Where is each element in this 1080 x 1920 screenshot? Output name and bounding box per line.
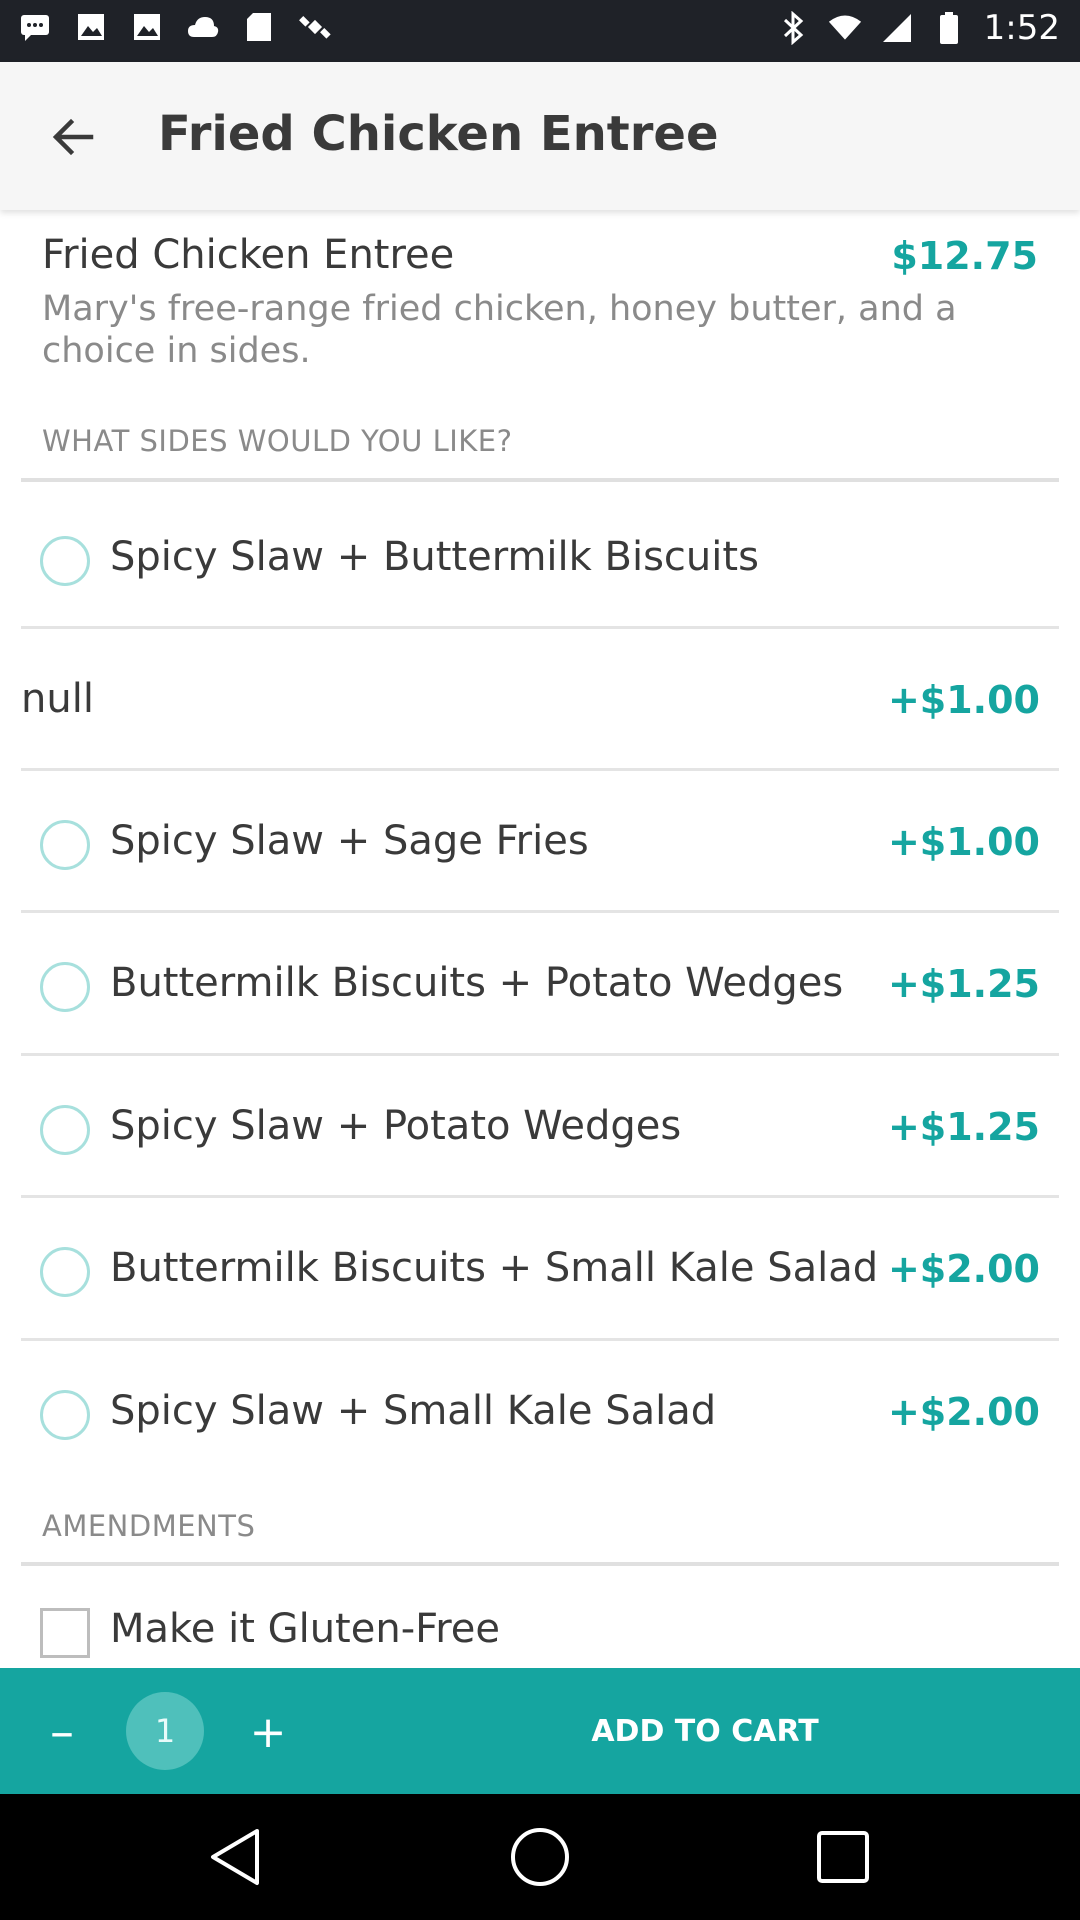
triangle-back-icon (211, 1829, 259, 1885)
status-time: 1:52 (983, 8, 1060, 48)
side-option-label: Spicy Slaw + Small Kale Salad (110, 1388, 717, 1434)
side-option-label: Spicy Slaw + Potato Wedges (110, 1103, 682, 1149)
system-icons: 1:52 (776, 8, 1060, 48)
circle-home-icon (511, 1828, 569, 1886)
side-option-spicy-slaw-potato-wedges[interactable]: Spicy Slaw + Potato Wedges +$1.25 (0, 1055, 1080, 1195)
item-name: Fried Chicken Entree (42, 232, 455, 278)
radio-button[interactable] (40, 962, 90, 1012)
radio-button[interactable] (40, 820, 90, 870)
side-option-label: Buttermilk Biscuits + Small Kale Salad (110, 1245, 879, 1291)
add-to-cart-button[interactable]: ADD TO CART (480, 1692, 930, 1770)
side-option-spicy-slaw-buttermilk-biscuits[interactable]: Spicy Slaw + Buttermilk Biscuits (0, 486, 1080, 626)
divider (21, 478, 1059, 482)
back-arrow-icon (52, 118, 94, 156)
nav-home-button[interactable] (507, 1824, 573, 1890)
side-option-price: +$1.00 (887, 820, 1040, 864)
divider (21, 1562, 1059, 1566)
amendments-section-header: AMENDMENTS (42, 1509, 256, 1543)
square-recents-icon (817, 1831, 869, 1883)
image-icon (130, 10, 164, 44)
radio-button[interactable] (40, 1105, 90, 1155)
bluetooth-icon (776, 11, 810, 45)
side-option-label: Spicy Slaw + Sage Fries (110, 818, 589, 864)
amendment-label: Make it Gluten-Free (110, 1606, 501, 1652)
status-bar: 1:52 (0, 0, 1080, 62)
side-option-price: +$1.00 (887, 678, 1040, 722)
notification-icons (18, 10, 332, 44)
battery-icon (932, 11, 966, 45)
side-option-label: Spicy Slaw + Buttermilk Biscuits (110, 534, 759, 580)
image-icon (74, 10, 108, 44)
side-option-biscuits-potato-wedges[interactable]: Buttermilk Biscuits + Potato Wedges +$1.… (0, 912, 1080, 1052)
amendment-gluten-free[interactable]: Make it Gluten-Free (0, 1570, 1080, 1668)
side-option-label: Buttermilk Biscuits + Potato Wedges (110, 960, 844, 1006)
app-bar: Fried Chicken Entree (0, 62, 1080, 210)
radio-button[interactable] (40, 1247, 90, 1297)
message-icon (18, 10, 52, 44)
quantity-increase-button[interactable]: + (236, 1700, 300, 1764)
nav-recents-button[interactable] (810, 1824, 876, 1890)
side-option-biscuits-kale-salad[interactable]: Buttermilk Biscuits + Small Kale Salad +… (0, 1197, 1080, 1337)
side-option-price: +$1.25 (887, 1105, 1040, 1149)
page-title: Fried Chicken Entree (158, 106, 719, 162)
item-price: $12.75 (891, 234, 1038, 278)
side-option-spicy-slaw-kale-salad[interactable]: Spicy Slaw + Small Kale Salad +$2.00 (0, 1340, 1080, 1480)
signal-icon (880, 11, 914, 45)
side-option-price: +$2.00 (887, 1390, 1040, 1434)
side-option-label: null (21, 676, 94, 722)
nav-back-button[interactable] (202, 1824, 268, 1890)
wifi-icon (828, 11, 862, 45)
cloud-icon (186, 10, 220, 44)
side-option-spicy-slaw-sage-fries[interactable]: Spicy Slaw + Sage Fries +$1.00 (0, 770, 1080, 910)
satellite-icon (298, 10, 332, 44)
quantity-decrease-button[interactable]: – (30, 1700, 94, 1764)
side-option-null[interactable]: null +$1.00 (0, 628, 1080, 768)
radio-button[interactable] (40, 536, 90, 586)
side-option-price: +$1.25 (887, 962, 1040, 1006)
side-option-price: +$2.00 (887, 1247, 1040, 1291)
sd-card-icon (242, 10, 276, 44)
cart-bar: – 1 + ADD TO CART (0, 1668, 1080, 1794)
sides-section-header: WHAT SIDES WOULD YOU LIKE? (42, 424, 513, 458)
radio-button[interactable] (40, 1390, 90, 1440)
back-button[interactable] (36, 100, 110, 174)
quantity-value: 1 (126, 1692, 204, 1770)
navigation-bar (0, 1794, 1080, 1920)
item-description: Mary's free-range fried chicken, honey b… (42, 289, 957, 371)
checkbox[interactable] (40, 1608, 90, 1658)
